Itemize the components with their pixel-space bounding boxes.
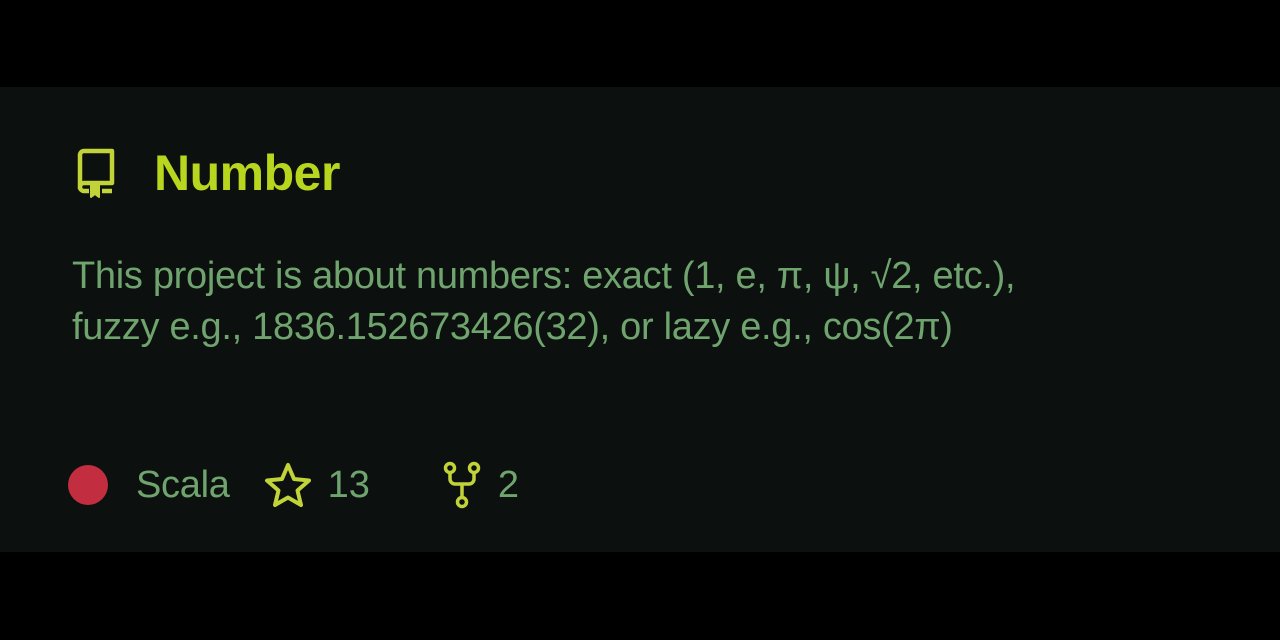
repo-description: This project is about numbers: exact (1,… [72, 255, 1016, 348]
repo-header: Number [72, 143, 340, 203]
language-color-dot [68, 465, 108, 505]
repo-title[interactable]: Number [154, 143, 340, 203]
repo-card[interactable]: Number This project is about numbers: ex… [0, 87, 1280, 552]
language-name: Scala [136, 463, 230, 506]
repo-meta: Scala 13 2 [68, 459, 519, 511]
forks-link[interactable]: 2 [442, 461, 519, 509]
stars-count: 13 [327, 463, 370, 506]
stars-link[interactable]: 13 [264, 462, 370, 508]
forks-count: 2 [497, 463, 519, 506]
fork-icon [442, 461, 482, 509]
repo-icon [72, 145, 122, 201]
star-icon [264, 462, 312, 508]
